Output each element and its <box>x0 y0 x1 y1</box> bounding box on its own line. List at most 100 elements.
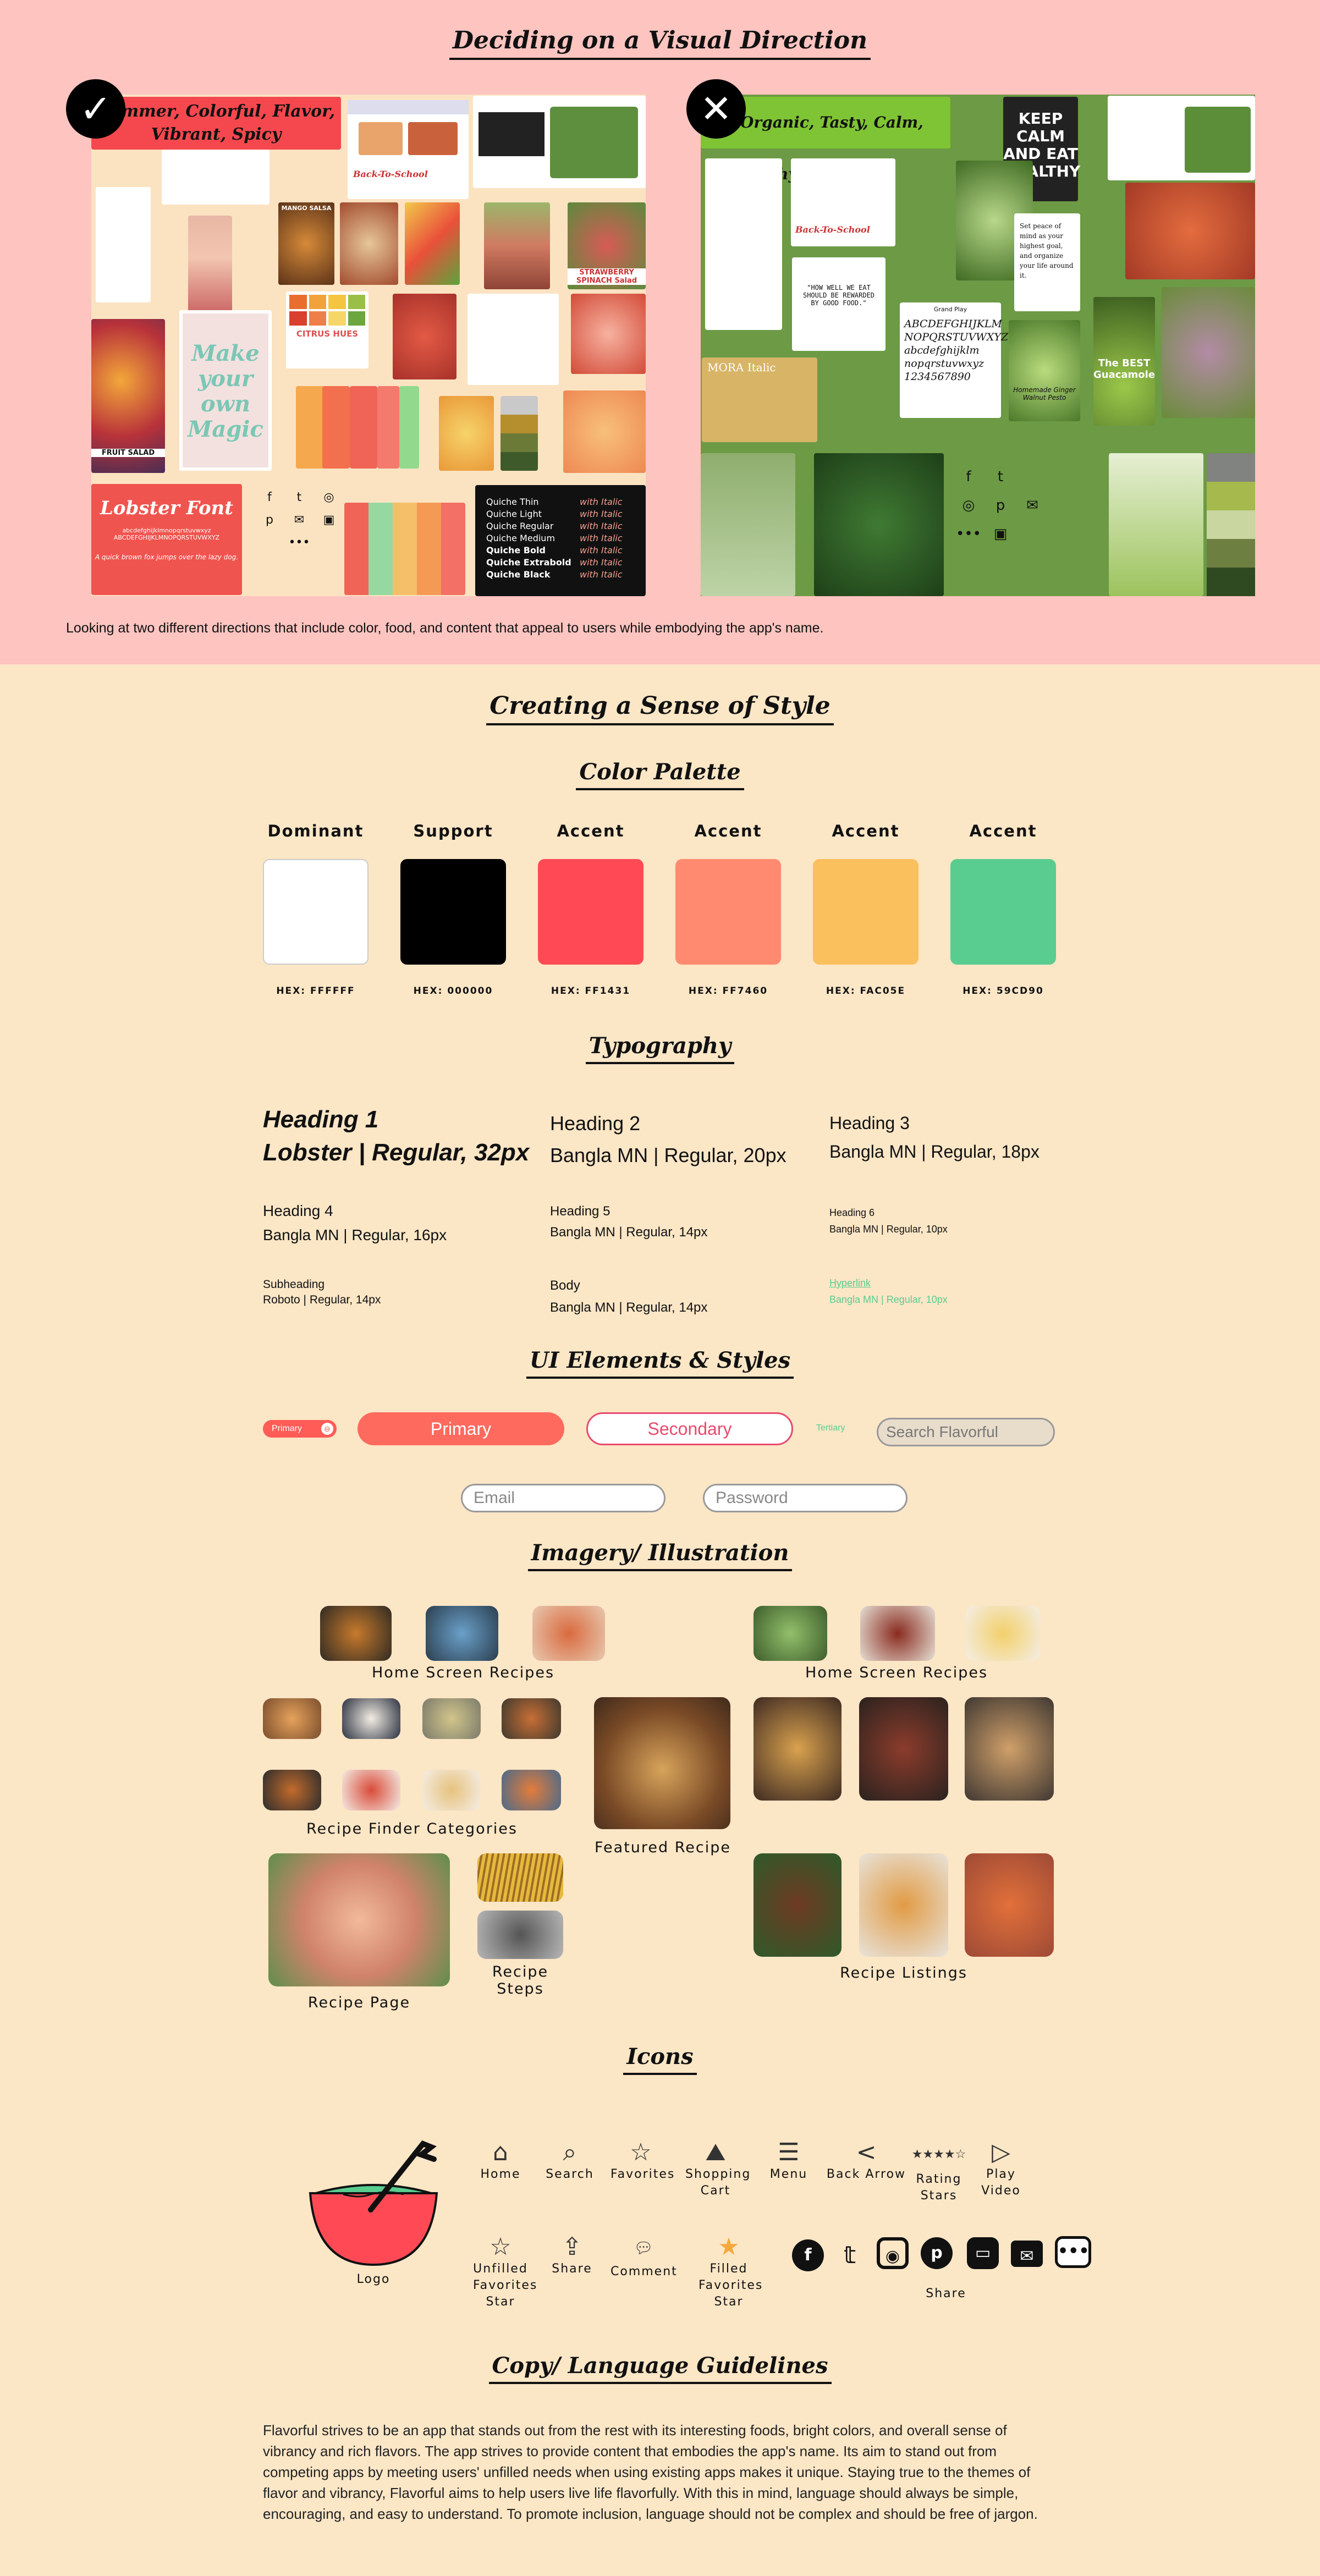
roast-tray-photo <box>1125 183 1255 279</box>
layered-salad-photo <box>484 202 550 289</box>
social-share-icons: f 𝕥 ◉ p ▭ ✉ ••• Share <box>792 2236 1091 2303</box>
peace-quote-tile: Set peace of mind as your highest goal, … <box>1014 213 1080 311</box>
comment-icon: 💬︎ <box>634 2239 653 2257</box>
copy-title: Copy/ Language Guidelines <box>0 2353 1320 2384</box>
cart-icon-item[interactable]: ⛰ Shopping Cart <box>685 2138 750 2199</box>
swatch-strip-2 <box>322 386 350 469</box>
drink-photo <box>563 390 646 473</box>
hyperlink-sample[interactable]: Hyperlink Bangla MN | Regular, 10px <box>829 1275 948 1308</box>
tertiary-button[interactable]: Tertiary <box>816 1423 845 1433</box>
message-icon[interactable]: ▭ <box>967 2237 999 2269</box>
share-item[interactable]: ⇪ Share <box>544 2233 600 2277</box>
recipe-page-img <box>268 1853 450 1986</box>
menu-icon: ☰ <box>778 2138 800 2166</box>
heading4-sample: Heading 4 Bangla MN | Regular, 16px <box>263 1202 447 1243</box>
finder-img-5 <box>263 1770 321 1810</box>
home-recipe-img-3 <box>532 1606 605 1661</box>
board2-website <box>1108 96 1255 180</box>
landing-screenshot <box>162 150 270 205</box>
password-field[interactable]: Password <box>703 1484 908 1512</box>
unfilled-star-item[interactable]: ☆ Unfilled Favorites Star <box>473 2233 536 2310</box>
primary-chip[interactable]: Primary ⊖ <box>263 1420 337 1438</box>
filled-star-item[interactable]: ★ Filled Favorites Star <box>698 2233 762 2310</box>
moodboard-summer: Summer, Colorful, Flavor, Vibrant, Spicy… <box>91 95 646 596</box>
typography-title: Typography <box>0 1033 1320 1064</box>
home-recipe-img-6 <box>966 1606 1041 1661</box>
secondary-button[interactable]: Secondary <box>586 1412 793 1445</box>
instagram-icon[interactable]: ◉ <box>877 2237 909 2269</box>
finder-img-7 <box>422 1770 481 1810</box>
search-icon-item[interactable]: ⌕ Search <box>542 2138 597 2183</box>
phone-screenshot <box>96 187 151 302</box>
make-magic-tile: Make your own Magic <box>179 310 272 471</box>
lobster-font-tile: Lobster Font abcdefghijklmnopqrstuvwxyz … <box>91 484 242 595</box>
color-palette: Dominant HEX: FFFFFF Support HEX: 000000… <box>263 822 1059 1009</box>
spinach-photo <box>814 453 944 596</box>
back-arrow-item[interactable]: < Back Arrow <box>825 2138 908 2183</box>
ui-title: UI Elements & Styles <box>0 1347 1320 1379</box>
home-recipe-img-4 <box>754 1606 827 1661</box>
icon-grid: ⌂ Home ⌕ Search ☆ Favorites ⛰ Shopping C… <box>473 2138 1111 2325</box>
salad-photo <box>340 202 398 285</box>
listing-img-6 <box>965 1853 1054 1957</box>
board1-palette-strips <box>344 503 465 595</box>
play-video-item[interactable]: ▷ Play Video <box>974 2138 1028 2199</box>
fruit-salad-photo: FRUIT SALAD <box>91 319 165 473</box>
swatch-accent-red: Accent HEX: FF1431 <box>538 822 644 997</box>
direction-title: Deciding on a Visual Direction <box>0 26 1320 60</box>
back-arrow-icon: < <box>856 2138 877 2166</box>
heading3-sample: Heading 3 Bangla MN | Regular, 18px <box>829 1113 1040 1162</box>
swatch-accent-green: Accent HEX: 59CD90 <box>950 822 1056 997</box>
body-sample: Body Bangla MN | Regular, 14px <box>550 1278 708 1315</box>
article-screenshot <box>473 96 646 188</box>
pinterest-icon[interactable]: p <box>921 2237 953 2269</box>
swatch-strip-3 <box>350 386 377 469</box>
play-icon: ▷ <box>992 2138 1010 2166</box>
home-screen-caption-right: Home Screen Recipes <box>805 1664 988 1681</box>
recipe-step-img-2 <box>477 1911 563 1959</box>
favorites-icon-item[interactable]: ☆ Favorites <box>610 2138 674 2183</box>
citrus-hues-tile: CITRUS HUES <box>286 291 369 368</box>
search-input[interactable]: Search Flavorful <box>877 1418 1055 1446</box>
email-field[interactable]: Email <box>461 1484 666 1512</box>
listing-img-5 <box>859 1853 948 1957</box>
primary-button[interactable]: Primary <box>358 1412 564 1445</box>
quiche-font-tile: Quiche Thin Quiche Light Quiche Regular Qui… <box>475 485 646 596</box>
home-icon-item[interactable]: ⌂ Home <box>473 2138 528 2183</box>
moodboard-organic: Organic, Tasty, Calm, Earthy KEEP CALM A… <box>701 95 1255 596</box>
website-screenshot: Back-To-School <box>348 100 469 199</box>
finder-img-3 <box>422 1698 481 1739</box>
copy-guidelines: Flavorful strives to be an app that stan… <box>263 2422 1038 2522</box>
finder-img-2 <box>342 1698 400 1739</box>
recipe-page-caption: Recipe Page <box>307 1994 411 2011</box>
comment-item[interactable]: 💬︎ Comment <box>610 2233 676 2280</box>
swatch-strip-5 <box>399 386 419 469</box>
featured-caption: Featured Recipe <box>594 1839 731 1856</box>
board1-title-tile: Summer, Colorful, Flavor, Vibrant, Spicy <box>91 97 341 150</box>
star-outline-icon: ☆ <box>630 2138 652 2166</box>
listings-caption: Recipe Listings <box>840 1964 967 1981</box>
listing-img-4 <box>754 1853 842 1957</box>
facebook-icon[interactable]: f <box>792 2239 824 2271</box>
rating-stars-icon: ★★★★☆ <box>911 2148 966 2161</box>
share-icon: ⇪ <box>562 2233 582 2261</box>
lemon-water-photo <box>1109 453 1203 596</box>
skewer-photo <box>405 202 460 285</box>
rating-item[interactable]: ★★★★☆ Rating Stars <box>909 2138 969 2204</box>
home-recipe-img-1 <box>320 1606 392 1661</box>
quote-tile <box>468 294 559 385</box>
basket-icon: ⛰ <box>705 2138 726 2166</box>
direction-caption: Looking at two different directions that… <box>66 620 824 636</box>
twitter-icon[interactable]: 𝕥 <box>834 2239 866 2271</box>
listing-img-2 <box>859 1697 948 1801</box>
bowl-logo-icon <box>309 2140 438 2266</box>
quote-card: "HOW WELL WE EAT SHOULD BE REWARDED BY G… <box>792 257 886 351</box>
board2-swatch-column <box>1207 453 1255 596</box>
mail-icon[interactable]: ✉ <box>1011 2241 1043 2267</box>
menu-icon-item[interactable]: ☰ Menu <box>761 2138 816 2183</box>
swatch-accent-salmon: Accent HEX: FF7460 <box>675 822 781 997</box>
heading5-sample: Heading 5 Bangla MN | Regular, 14px <box>550 1204 708 1240</box>
grand-play-font-tile: Grand Play ABCDEFGHIJKLM NOPQRSTUVWXYZ a… <box>900 302 1008 418</box>
more-icon[interactable]: ••• <box>1055 2236 1091 2268</box>
board1-social-icons: f t ◎ p ✉ ▣ ••• <box>266 491 335 549</box>
